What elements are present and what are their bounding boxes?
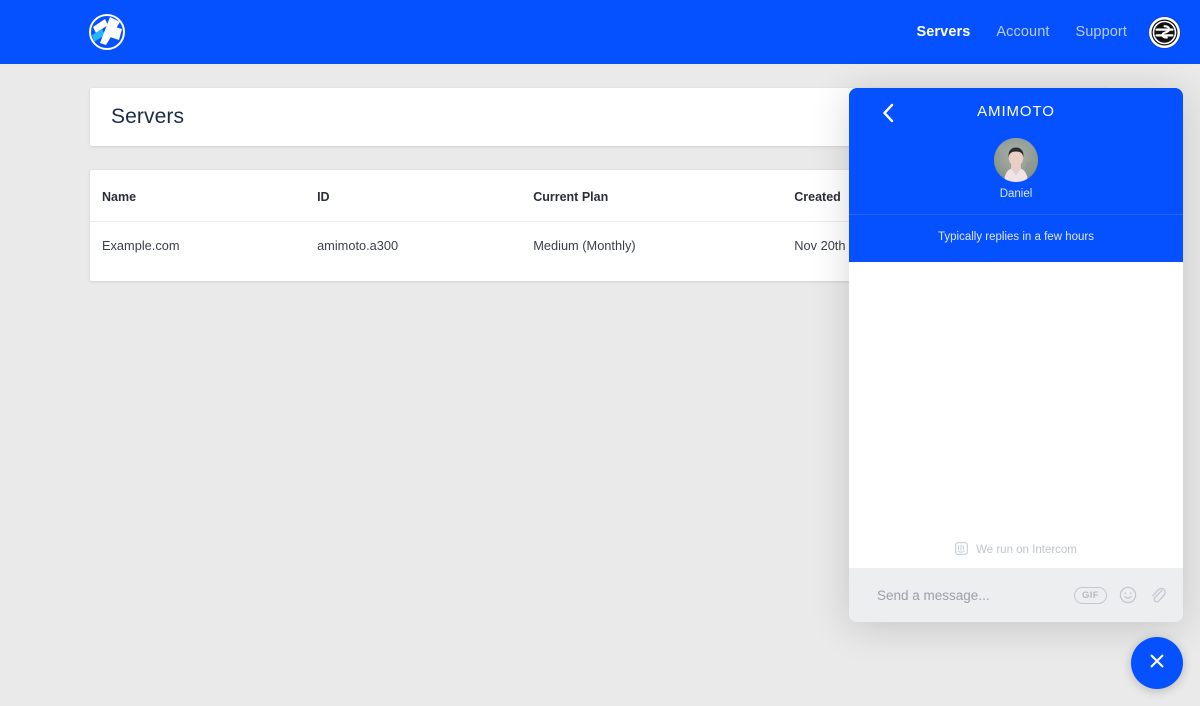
reply-time-text: Typically replies in a few hours — [938, 231, 1094, 243]
messenger-title: AMIMOTO — [977, 103, 1055, 120]
amimoto-circle-logo-icon[interactable] — [88, 13, 126, 51]
user-badge-icon[interactable] — [1149, 16, 1180, 48]
header-divider — [849, 214, 1183, 215]
messenger-conversation-area[interactable]: We run on Intercom — [849, 262, 1183, 568]
cell-server-id: amimoto.a300 — [317, 238, 399, 253]
operator-name: Daniel — [999, 188, 1033, 200]
composer-actions: GIF — [1073, 585, 1167, 605]
nav-link-servers[interactable]: Servers — [916, 24, 970, 40]
nav-link-account[interactable]: Account — [996, 24, 1049, 40]
close-x-icon — [1148, 652, 1166, 675]
column-header-current-plan: Current Plan — [533, 170, 795, 222]
column-header-id: ID — [317, 170, 534, 222]
cell-server-name: Example.com — [102, 238, 180, 253]
page-title: Servers — [111, 105, 185, 128]
cell-current-plan: Medium (Monthly) — [533, 238, 636, 253]
intercom-messenger-panel: AMIMOTO Daniel Typically replies in a fe… — [849, 88, 1183, 622]
messenger-composer: GIF — [849, 568, 1183, 622]
nav-link-support[interactable]: Support — [1076, 24, 1128, 40]
intercom-logo-icon — [955, 542, 969, 558]
paperclip-icon[interactable] — [1149, 585, 1167, 605]
messenger-header: AMIMOTO Daniel Typically replies in a fe… — [849, 88, 1183, 262]
message-input[interactable] — [875, 586, 1074, 604]
nav-links: Servers Account Support — [890, 0, 1180, 64]
operator-avatar — [994, 138, 1038, 182]
intercom-branding[interactable]: We run on Intercom — [849, 542, 1183, 558]
smiley-icon[interactable] — [1119, 586, 1137, 604]
messenger-launcher-close-button[interactable] — [1131, 637, 1183, 689]
top-navigation-bar: Servers Account Support — [0, 0, 1200, 64]
column-header-name: Name — [90, 170, 318, 222]
gif-button[interactable]: GIF — [1073, 586, 1107, 604]
intercom-branding-text: We run on Intercom — [976, 544, 1077, 556]
